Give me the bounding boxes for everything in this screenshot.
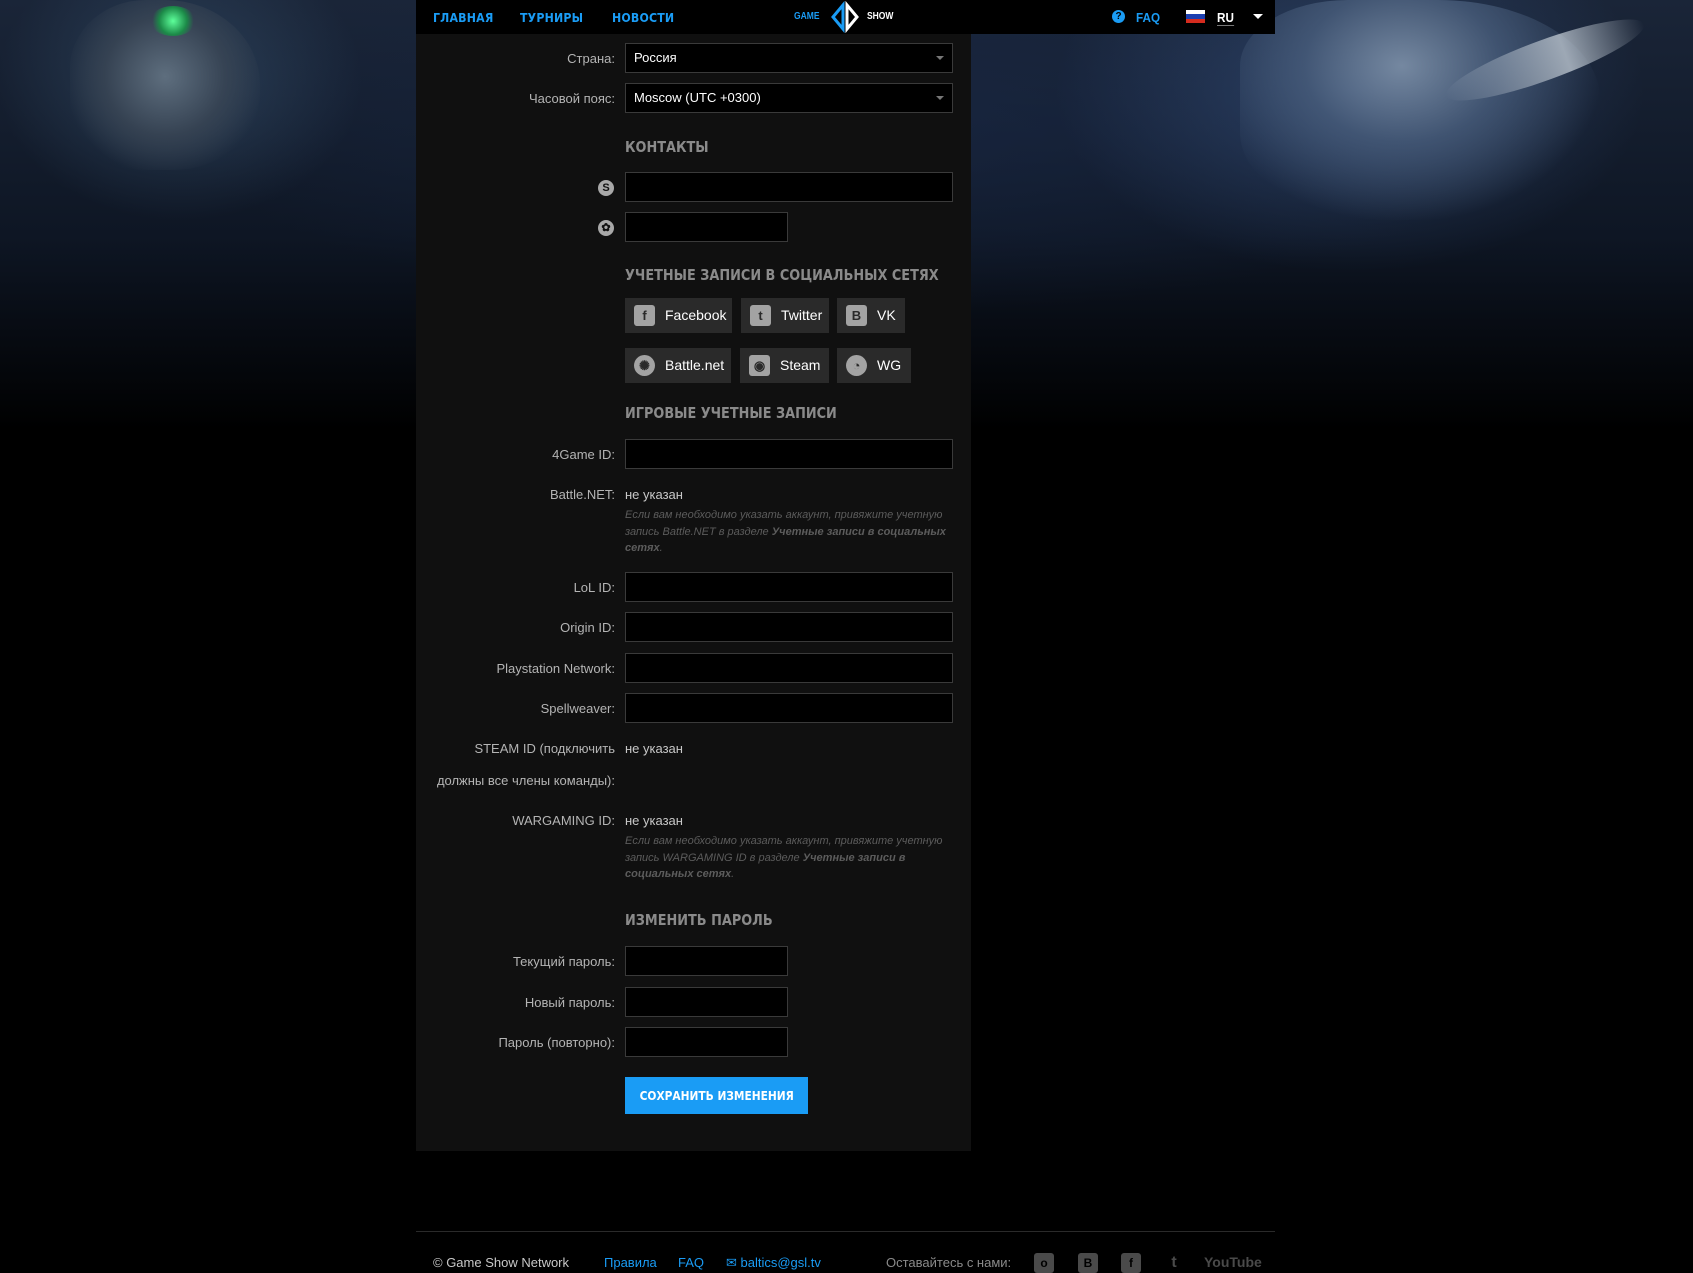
game-accounts-heading: ИГРОВЫЕ УЧЕТНЫЕ ЗАПИСИ — [625, 404, 837, 422]
wargaming-id-label: WARGAMING ID: — [512, 813, 615, 828]
nav-tournaments[interactable]: ТУРНИРЫ — [520, 10, 583, 25]
odnoklassniki-icon[interactable]: о — [1034, 1253, 1054, 1273]
timezone-value: Moscow (UTC +0300) — [634, 90, 761, 105]
steam-id-label-line2: должны все члены команды): — [436, 773, 615, 788]
copyright: © Game Show Network — [433, 1255, 570, 1270]
footer-faq-link[interactable]: FAQ — [678, 1255, 704, 1270]
twitter-connect-button[interactable]: t Twitter — [741, 298, 829, 333]
stay-connected-label: Оставайтесь с нами: — [886, 1255, 1012, 1270]
footer: © Game Show Network Правила FAQ ✉ baltic… — [416, 1231, 1275, 1273]
nav-news[interactable]: НОВОСТИ — [612, 10, 674, 25]
skype-icon: S — [598, 180, 614, 196]
repeat-password-label: Пароль (повторно): — [498, 1035, 615, 1050]
lol-id-input[interactable] — [625, 572, 953, 602]
facebook-connect-button[interactable]: f Facebook — [625, 298, 732, 333]
nav-home[interactable]: ГЛАВНАЯ — [433, 10, 493, 25]
facebook-label: Facebook — [665, 307, 727, 323]
logo-text-show[interactable]: SHOW — [867, 11, 893, 22]
wargaming-id-value: не указан — [625, 813, 683, 828]
wargaming-hint: Если вам необходимо указать аккаунт, при… — [625, 835, 943, 880]
faq-link[interactable]: FAQ — [1136, 10, 1160, 25]
russia-flag-icon[interactable] — [1186, 10, 1205, 23]
wargaming-label: WG — [877, 357, 902, 373]
timezone-label: Часовой пояс: — [528, 91, 615, 106]
wargaming-icon: ◔ — [846, 355, 867, 376]
4game-id-input[interactable] — [625, 439, 953, 469]
facebook-icon: f — [634, 305, 655, 326]
psn-label: Playstation Network: — [496, 661, 616, 676]
country-value: Россия — [634, 50, 677, 65]
vk-label: VK — [877, 307, 896, 323]
battlenet-hint: Если вам необходимо указать аккаунт, при… — [625, 509, 946, 554]
help-icon[interactable]: ? — [1112, 10, 1125, 23]
language-selector[interactable]: RU — [1217, 10, 1234, 26]
twitter-icon: t — [750, 305, 771, 326]
chevron-down-icon — [936, 56, 944, 60]
mail-icon: ✉ — [726, 1255, 741, 1270]
battlenet-icon: ✺ — [634, 355, 655, 376]
current-password-label: Текущий пароль: — [512, 954, 615, 969]
psn-input[interactable] — [625, 653, 953, 683]
wargaming-connect-button[interactable]: ◔ WG — [837, 348, 911, 383]
chevron-down-icon[interactable] — [1253, 14, 1263, 19]
logo-text-game[interactable]: GAME — [794, 11, 820, 22]
icq-input[interactable] — [625, 212, 788, 242]
skype-input[interactable] — [625, 172, 953, 202]
repeat-password-input[interactable] — [625, 1027, 788, 1057]
profile-settings-panel: Страна: Россия Часовой пояс: Moscow (UTC… — [416, 34, 971, 1151]
contacts-heading: КОНТАКТЫ — [625, 138, 709, 156]
footer-rules-link[interactable]: Правила — [604, 1255, 657, 1270]
chevron-down-icon — [936, 96, 944, 100]
footer-email-link[interactable]: ✉ baltics@gsl.tv — [726, 1255, 821, 1271]
logo-icon[interactable] — [827, 1, 863, 33]
battlenet-label: Battle.net — [665, 357, 725, 373]
save-changes-button[interactable]: СОХРАНИТЬ ИЗМЕНЕНИЯ — [625, 1077, 808, 1114]
steam-icon: ◉ — [749, 355, 770, 376]
social-accounts-heading: УЧЕТНЫЕ ЗАПИСИ В СОЦИАЛЬНЫХ СЕТЯХ — [625, 266, 939, 284]
origin-id-label: Origin ID: — [560, 620, 615, 635]
facebook-icon[interactable]: f — [1121, 1253, 1141, 1273]
twitter-icon[interactable]: t — [1164, 1253, 1184, 1273]
battlenet-value: не указан — [625, 487, 683, 502]
current-password-input[interactable] — [625, 946, 788, 976]
spellweaver-label: Spellweaver: — [540, 701, 615, 716]
background-glow — [150, 6, 196, 36]
battlenet-connect-button[interactable]: ✺ Battle.net — [625, 348, 731, 383]
youtube-icon[interactable]: YouTube — [1204, 1254, 1262, 1270]
battlenet-label: Battle.NET: — [549, 487, 615, 502]
steam-label: Steam — [780, 357, 821, 373]
change-password-heading: ИЗМЕНИТЬ ПАРОЛЬ — [625, 911, 773, 929]
steam-id-label-line1: STEAM ID (подключить — [474, 741, 615, 756]
country-label: Страна: — [567, 51, 615, 66]
timezone-select[interactable]: Moscow (UTC +0300) — [625, 83, 953, 113]
country-select[interactable]: Россия — [625, 43, 953, 73]
spellweaver-input[interactable] — [625, 693, 953, 723]
4game-id-label: 4Game ID: — [552, 447, 615, 462]
twitter-label: Twitter — [781, 307, 823, 323]
steam-id-value: не указан — [625, 741, 683, 756]
save-changes-label: СОХРАНИТЬ ИЗМЕНЕНИЯ — [639, 1088, 794, 1103]
new-password-input[interactable] — [625, 987, 788, 1017]
origin-id-input[interactable] — [625, 612, 953, 642]
icq-icon: ✿ — [598, 220, 614, 236]
lol-id-label: LoL ID: — [573, 580, 615, 595]
steam-connect-button[interactable]: ◉ Steam — [740, 348, 829, 383]
top-navigation-bar: ГЛАВНАЯ ТУРНИРЫ НОВОСТИ GAME SHOW ? FAQ … — [416, 0, 1275, 34]
vk-icon: B — [846, 305, 867, 326]
background-hero-right — [1240, 0, 1600, 220]
vk-connect-button[interactable]: B VK — [837, 298, 905, 333]
vk-icon[interactable]: B — [1078, 1253, 1098, 1273]
new-password-label: Новый пароль: — [524, 995, 615, 1010]
